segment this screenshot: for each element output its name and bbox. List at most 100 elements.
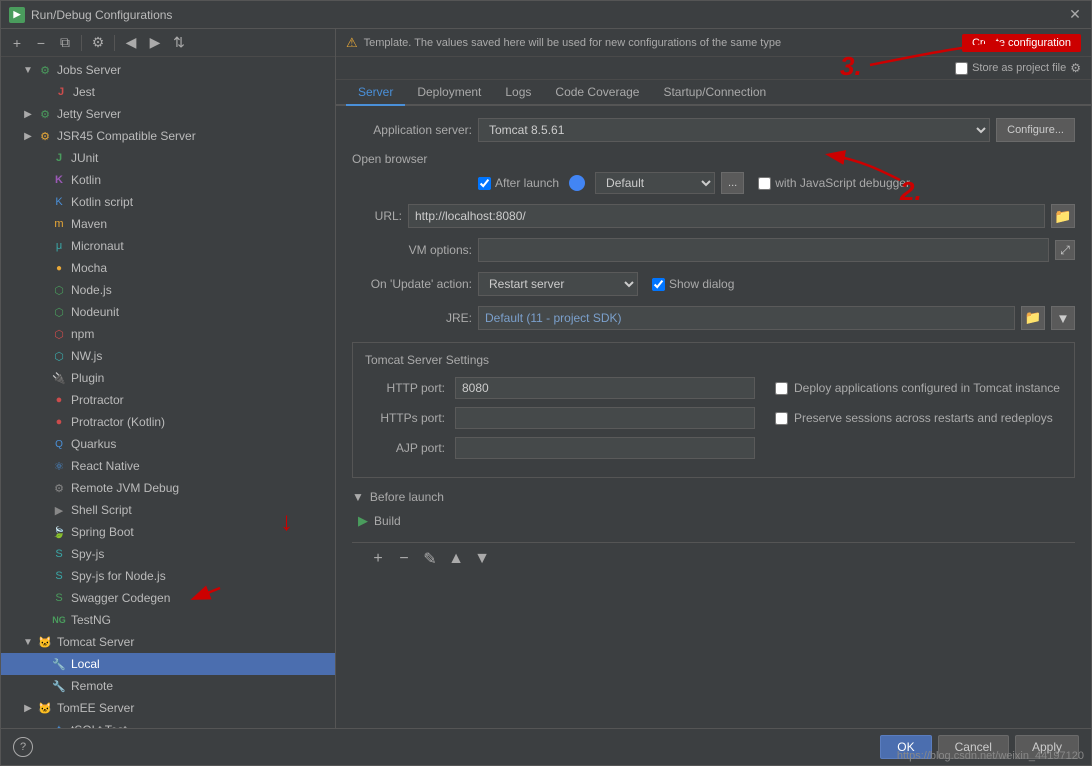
sidebar-item-nodejs[interactable]: ⬡ Node.js (1, 279, 335, 301)
sidebar-item-nodeunit[interactable]: ⬡ Nodeunit (1, 301, 335, 323)
move-up-button[interactable]: ◀ (121, 33, 141, 53)
protractor-icon: ● (51, 392, 67, 408)
form-area: Application server: Tomcat 8.5.61 Config… (336, 106, 1091, 728)
expand-arrow: ▼ (21, 635, 35, 649)
sidebar-item-tomee-server[interactable]: ▶ 🐱 TomEE Server (1, 697, 335, 719)
sidebar-toolbar: + − ⧉ ⚙ ◀ ▶ ⇅ (1, 29, 335, 57)
after-launch-checkbox[interactable] (478, 177, 491, 190)
before-launch-remove-button[interactable]: − (394, 549, 414, 569)
url-input[interactable] (408, 204, 1045, 228)
before-launch-up-button[interactable]: ▲ (446, 549, 466, 569)
jre-browse-button[interactable]: 📁 (1021, 306, 1045, 330)
browser-select[interactable]: Default (595, 172, 715, 194)
sidebar-item-local[interactable]: 🔧 Local (1, 653, 335, 675)
before-launch-edit-button[interactable]: ✎ (420, 549, 440, 569)
jre-dropdown-button[interactable]: ▼ (1051, 306, 1075, 330)
preserve-label: Preserve sessions across restarts and re… (794, 411, 1053, 425)
sidebar-item-jetty-server[interactable]: ▶ ⚙ Jetty Server (1, 103, 335, 125)
tab-logs[interactable]: Logs (493, 80, 543, 106)
sidebar-item-jsr45[interactable]: ▶ ⚙ JSR45 Compatible Server (1, 125, 335, 147)
sidebar-item-label: npm (71, 327, 94, 341)
show-dialog-checkbox-label: Show dialog (652, 277, 734, 291)
vm-options-row: VM options: ⤢ (352, 238, 1075, 262)
sidebar-item-quarkus[interactable]: Q Quarkus (1, 433, 335, 455)
sidebar-item-remote-jvm[interactable]: ⚙ Remote JVM Debug (1, 477, 335, 499)
sidebar-item-protractor-kotlin[interactable]: ● Protractor (Kotlin) (1, 411, 335, 433)
vm-options-label: VM options: (352, 243, 472, 257)
close-button[interactable]: ✕ (1067, 7, 1083, 23)
url-browse-button[interactable]: 📁 (1051, 204, 1075, 228)
kotlin-script-icon: K (51, 194, 67, 210)
sidebar-item-swagger[interactable]: S Swagger Codegen (1, 587, 335, 609)
sidebar-item-junit[interactable]: J JUnit (1, 147, 335, 169)
app-server-select[interactable]: Tomcat 8.5.61 (478, 118, 990, 142)
browser-options-button[interactable]: ... (721, 172, 744, 194)
sidebar-item-label: JSR45 Compatible Server (57, 129, 196, 143)
sidebar-item-isqlt[interactable]: t tSQLt Test (1, 719, 335, 728)
sidebar-list: ▼ ⚙ Jobs Server J Jest ▶ ⚙ Jetty Server … (1, 57, 335, 728)
jre-input[interactable] (478, 306, 1015, 330)
settings-button[interactable]: ⚙ (88, 33, 108, 53)
sidebar-item-label: Tomcat Server (57, 635, 134, 649)
expand-arrow: ▼ (21, 63, 35, 77)
copy-config-button[interactable]: ⧉ (55, 33, 75, 53)
ajp-port-input[interactable] (455, 437, 755, 459)
deploy-applications-checkbox[interactable] (775, 382, 788, 395)
show-dialog-checkbox[interactable] (652, 278, 665, 291)
build-icon: ▶ (358, 513, 368, 529)
sidebar-item-npm[interactable]: ⬡ npm (1, 323, 335, 345)
store-as-project-checkbox[interactable] (955, 62, 968, 75)
sidebar-item-label: Spring Boot (71, 525, 134, 539)
create-configuration-button[interactable]: Create configuration (962, 34, 1081, 52)
vm-options-expand-button[interactable]: ⤢ (1055, 240, 1075, 260)
sidebar-item-nwjs[interactable]: ⬡ NW.js (1, 345, 335, 367)
add-config-button[interactable]: + (7, 33, 27, 53)
sort-button[interactable]: ⇅ (169, 33, 189, 53)
sidebar-item-micronaut[interactable]: μ Micronaut (1, 235, 335, 257)
sidebar-item-protractor[interactable]: ● Protractor (1, 389, 335, 411)
on-update-select[interactable]: Restart server (478, 272, 638, 296)
tabs-row: Server Deployment Logs Code Coverage Sta… (336, 80, 1091, 106)
sidebar-item-tomcat-server[interactable]: ▼ 🐱 Tomcat Server (1, 631, 335, 653)
js-debugger-checkbox[interactable] (758, 177, 771, 190)
after-launch-label: After launch (495, 176, 559, 190)
sidebar-item-spy-js-nodejs[interactable]: S Spy-js for Node.js (1, 565, 335, 587)
quarkus-icon: Q (51, 436, 67, 452)
before-launch-header[interactable]: ▼ Before launch (352, 490, 1075, 504)
help-button[interactable]: ? (13, 737, 33, 757)
sidebar-item-jobs-server[interactable]: ▼ ⚙ Jobs Server (1, 59, 335, 81)
sidebar-item-testng[interactable]: NG TestNG (1, 609, 335, 631)
tab-server[interactable]: Server (346, 80, 405, 106)
preserve-sessions-checkbox[interactable] (775, 412, 788, 425)
nodejs-icon: ⬡ (51, 282, 67, 298)
before-launch-down-button[interactable]: ▼ (472, 549, 492, 569)
kotlin-icon: K (51, 172, 67, 188)
vm-options-input[interactable] (478, 238, 1049, 262)
browser-icon (569, 175, 585, 191)
remove-config-button[interactable]: − (31, 33, 51, 53)
store-settings-gear-icon[interactable]: ⚙ (1070, 61, 1081, 75)
tab-code-coverage[interactable]: Code Coverage (543, 80, 651, 106)
configure-button[interactable]: Configure... (996, 118, 1075, 142)
sidebar-item-mocha[interactable]: ● Mocha (1, 257, 335, 279)
sidebar-item-shell-script[interactable]: ▶ Shell Script (1, 499, 335, 521)
before-launch-title: Before launch (370, 490, 444, 504)
http-port-input[interactable] (455, 377, 755, 399)
sidebar-item-maven[interactable]: m Maven (1, 213, 335, 235)
sidebar-item-jest[interactable]: J Jest (1, 81, 335, 103)
title-bar: ▶ Run/Debug Configurations ✕ (1, 1, 1091, 29)
sidebar-item-spring-boot[interactable]: 🍃 Spring Boot (1, 521, 335, 543)
https-port-input[interactable] (455, 407, 755, 429)
http-port-label: HTTP port: (365, 381, 445, 395)
before-launch-add-button[interactable]: + (368, 549, 388, 569)
sidebar-item-kotlin-script[interactable]: K Kotlin script (1, 191, 335, 213)
sidebar-item-kotlin[interactable]: K Kotlin (1, 169, 335, 191)
sidebar-item-remote[interactable]: 🔧 Remote (1, 675, 335, 697)
tab-deployment[interactable]: Deployment (405, 80, 493, 106)
sidebar-item-spy-js[interactable]: S Spy-js (1, 543, 335, 565)
nwjs-icon: ⬡ (51, 348, 67, 364)
tab-startup-connection[interactable]: Startup/Connection (651, 80, 778, 106)
sidebar-item-react-native[interactable]: ⚛ React Native (1, 455, 335, 477)
move-down-button[interactable]: ▶ (145, 33, 165, 53)
sidebar-item-plugin[interactable]: 🔌 Plugin (1, 367, 335, 389)
